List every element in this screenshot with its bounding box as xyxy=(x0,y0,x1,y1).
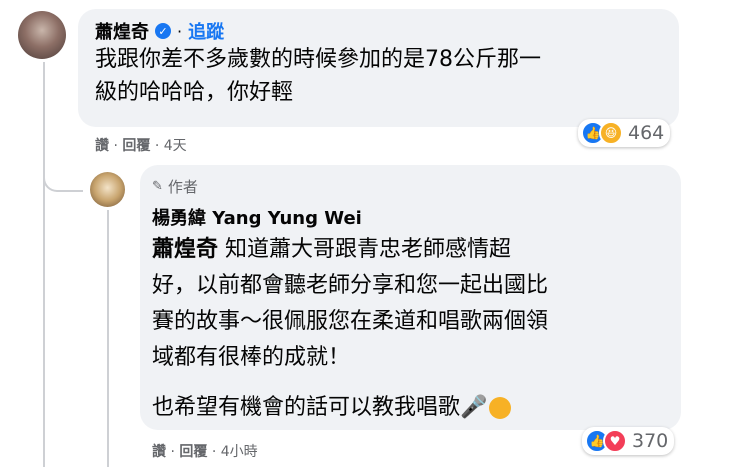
separator-dot: · xyxy=(177,21,183,41)
thread-line xyxy=(43,62,45,467)
reply-text-line: 賽的故事～很佩服您在柔道和唱歌兩個領 xyxy=(152,309,549,334)
avatar[interactable] xyxy=(18,11,66,59)
comment-actions: 讚 · 回覆 · 4天 xyxy=(95,135,187,155)
separator-dot: · xyxy=(211,444,221,460)
verified-badge-icon: ✓ xyxy=(155,23,171,39)
reply-reactions[interactable]: 👍 ♥ 370 xyxy=(582,427,675,455)
microphone-icon: 🎤 xyxy=(460,395,488,420)
reply-text-line: 好，以前都會聽老師分享和您一起出國比 xyxy=(152,273,549,298)
author-badge-label: 作者 xyxy=(167,178,198,196)
love-icon: ♥ xyxy=(603,429,627,453)
comment-reactions[interactable]: 👍 😆 464 xyxy=(578,119,671,147)
comment-text-line: 我跟你差不多歲數的時候參加的是78公斤那一 xyxy=(95,47,541,72)
thread-connector xyxy=(43,150,83,192)
comment-text: 我跟你差不多歲數的時候參加的是78公斤那一 級的哈哈哈，你好輕 xyxy=(95,43,541,109)
comment-text-line: 級的哈哈哈，你好輕 xyxy=(95,80,294,105)
mention-link[interactable]: 蕭煌奇 xyxy=(152,237,218,262)
comment-timestamp[interactable]: 4天 xyxy=(164,138,187,154)
reply-text-line: 也希望有機會的話可以教我唱歌🎤 xyxy=(152,390,548,426)
reply-button[interactable]: 回覆 xyxy=(179,444,207,460)
follow-button[interactable]: 追蹤 xyxy=(188,18,224,44)
reply-text-line: 域都有很棒的成就！ xyxy=(152,345,351,370)
author-badge: ✎ 作者 xyxy=(152,176,198,197)
reply-header: 楊勇緯 Yang Yung Wei xyxy=(152,204,362,230)
reaction-count: 464 xyxy=(628,122,665,144)
comment-author-name[interactable]: 蕭煌奇 xyxy=(95,18,149,44)
reply-avatar[interactable] xyxy=(90,172,125,207)
reply-text-line: 蕭煌奇 知道蕭大哥跟青忠老師感情超 xyxy=(152,232,548,268)
reply-text-segment: 知道蕭大哥跟青忠老師感情超 xyxy=(225,237,512,262)
laughing-face-icon xyxy=(489,397,512,419)
reply-button[interactable]: 回覆 xyxy=(122,138,150,154)
reply-timestamp[interactable]: 4小時 xyxy=(221,444,258,460)
like-button[interactable]: 讚 xyxy=(152,444,166,460)
reply-text: 蕭煌奇 知道蕭大哥跟青忠老師感情超 好，以前都會聽老師分享和您一起出國比 賽的故… xyxy=(152,232,548,426)
reply-actions: 讚 · 回覆 · 4小時 xyxy=(152,441,258,461)
comment-header: 蕭煌奇 ✓ · 追蹤 xyxy=(95,18,224,44)
haha-icon: 😆 xyxy=(599,121,623,145)
pencil-icon: ✎ xyxy=(152,179,163,194)
separator-dot: · xyxy=(154,138,164,154)
reaction-count: 370 xyxy=(632,430,669,452)
reply-thread-line xyxy=(107,210,109,467)
like-button[interactable]: 讚 xyxy=(95,138,109,154)
reply-text-segment: 也希望有機會的話可以教我唱歌 xyxy=(152,395,461,420)
reply-author-name[interactable]: 楊勇緯 Yang Yung Wei xyxy=(152,204,362,230)
